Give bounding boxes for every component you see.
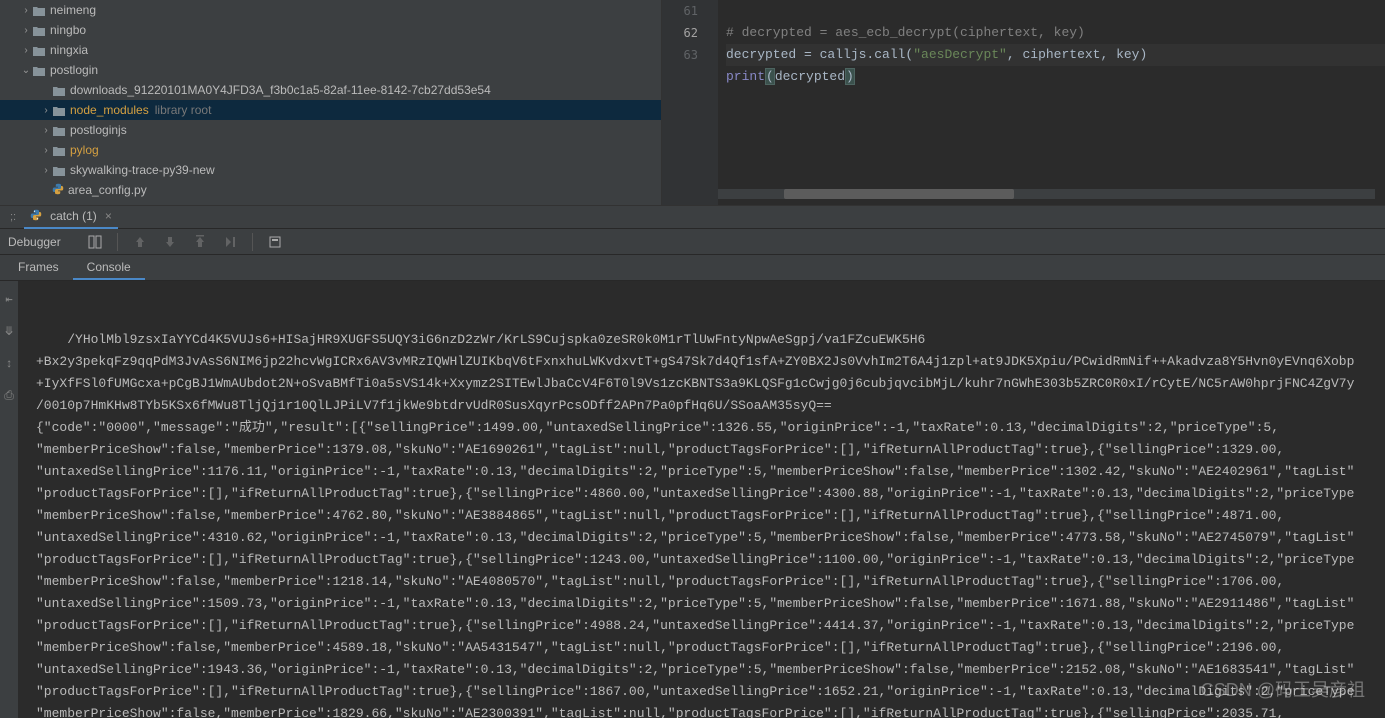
line-number: 62 xyxy=(662,22,718,44)
folder-icon xyxy=(52,123,66,137)
debugger-subtabs: Frames Console xyxy=(0,255,1385,281)
tree-item-note: library root xyxy=(155,103,212,117)
python-icon xyxy=(52,183,64,198)
tree-item-label: skywalking-trace-py39-new xyxy=(70,163,215,177)
chevron-icon[interactable]: › xyxy=(20,25,32,36)
editor-gutter: 61 62 63 xyxy=(662,0,718,205)
tree-item-label: neimeng xyxy=(50,3,96,17)
tree-item-label: postlogin xyxy=(50,63,98,77)
editor-horizontal-scrollbar[interactable] xyxy=(718,189,1375,199)
run-to-cursor-icon[interactable] xyxy=(222,234,238,250)
separator xyxy=(117,233,118,251)
tree-item-label: area_config.py xyxy=(68,183,147,197)
chevron-icon[interactable]: › xyxy=(40,145,52,156)
tree-item[interactable]: › ningbo xyxy=(0,20,661,40)
code-area[interactable]: # decrypted = aes_ecb_decrypt(ciphertext… xyxy=(718,0,1385,205)
folder-icon xyxy=(32,63,46,77)
run-prefix: ;: xyxy=(10,211,16,223)
tree-item[interactable]: › ningxia xyxy=(0,40,661,60)
run-tab[interactable]: catch (1) × xyxy=(24,205,118,229)
console-text: /YHolMbl9zsxIaYYCd4K5VUJs6+HISajHR9XUGFS… xyxy=(36,332,1354,718)
debugger-toolbar: Debugger xyxy=(0,229,1385,255)
step-out-icon[interactable] xyxy=(192,234,208,250)
tree-item-label: pylog xyxy=(70,143,99,157)
folder-icon xyxy=(32,3,46,17)
tree-item[interactable]: › node_modules library root xyxy=(0,100,661,120)
chevron-icon[interactable]: › xyxy=(40,165,52,176)
tab-frames[interactable]: Frames xyxy=(4,256,73,280)
run-tab-label: catch (1) xyxy=(50,209,97,223)
tree-item[interactable]: › pylog xyxy=(0,140,661,160)
code-editor[interactable]: 61 62 63 # decrypted = aes_ecb_decrypt(c… xyxy=(662,0,1385,205)
console-action-icon[interactable]: ⤋ xyxy=(4,321,14,343)
tree-item-label: postloginjs xyxy=(70,123,127,137)
tree-item[interactable]: downloads_91220101MA0Y4JFD3A_f3b0c1a5-82… xyxy=(0,80,661,100)
tree-item-label: node_modules xyxy=(70,103,149,117)
folder-icon xyxy=(52,143,66,157)
tree-item[interactable]: › skywalking-trace-py39-new xyxy=(0,160,661,180)
tree-item[interactable]: area_config.py xyxy=(0,180,661,200)
scrollbar-thumb[interactable] xyxy=(784,189,1014,199)
tree-item-label: downloads_91220101MA0Y4JFD3A_f3b0c1a5-82… xyxy=(70,83,491,97)
step-into-icon[interactable] xyxy=(162,234,178,250)
console-gutter: ⇤ ⤋ ↕ ⎙ xyxy=(0,281,18,718)
tree-item[interactable]: ⌄ postlogin xyxy=(0,60,661,80)
tab-console[interactable]: Console xyxy=(73,256,145,280)
tree-item-label: ningxia xyxy=(50,43,88,57)
tree-item[interactable]: › neimeng xyxy=(0,0,661,20)
close-icon[interactable]: × xyxy=(105,209,112,223)
chevron-icon[interactable]: › xyxy=(20,45,32,56)
separator xyxy=(252,233,253,251)
console-action-icon[interactable]: ↕ xyxy=(5,353,12,375)
tree-item-label: ningbo xyxy=(50,23,86,37)
folder-icon xyxy=(32,23,46,37)
layout-icon[interactable] xyxy=(87,234,103,250)
folder-icon xyxy=(32,43,46,57)
step-up-icon[interactable] xyxy=(132,234,148,250)
console-action-icon[interactable]: ⎙ xyxy=(4,385,14,407)
console-output[interactable]: ⇤ ⤋ ↕ ⎙ /YHolMbl9zsxIaYYCd4K5VUJs6+HISaj… xyxy=(0,281,1385,718)
folder-icon xyxy=(52,103,66,117)
folder-icon xyxy=(52,83,66,97)
line-number: 63 xyxy=(662,44,718,66)
chevron-icon[interactable]: › xyxy=(40,105,52,116)
project-tree[interactable]: › neimeng › ningbo › ningxia ⌄ postlogin downloa… xyxy=(0,0,662,205)
evaluate-icon[interactable] xyxy=(267,234,283,250)
debugger-label: Debugger xyxy=(8,235,61,249)
tree-item[interactable]: › postloginjs xyxy=(0,120,661,140)
line-number: 61 xyxy=(662,0,718,22)
code-comment: # decrypted = aes_ecb_decrypt(ciphertext… xyxy=(726,25,1085,40)
console-action-icon[interactable]: ⇤ xyxy=(5,289,12,311)
chevron-icon[interactable]: › xyxy=(20,5,32,16)
chevron-icon[interactable]: › xyxy=(40,125,52,136)
folder-icon xyxy=(52,163,66,177)
run-tab-bar: ;: catch (1) × xyxy=(0,205,1385,229)
python-icon xyxy=(30,209,42,224)
chevron-icon[interactable]: ⌄ xyxy=(20,65,32,76)
